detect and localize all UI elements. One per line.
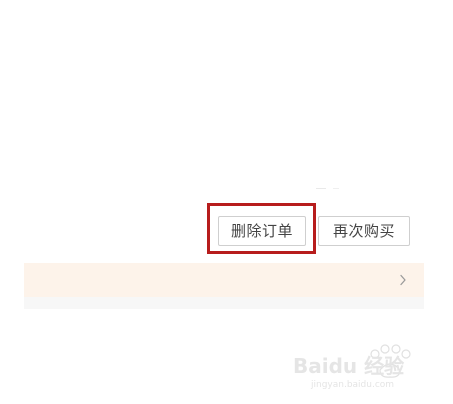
watermark-domain-text: jingyan.baidu.com (310, 380, 394, 390)
chevron-right-icon (396, 273, 410, 287)
divider-mark (316, 188, 326, 189)
notice-bar[interactable] (24, 263, 424, 297)
rebuy-button[interactable]: 再次购买 (318, 216, 410, 246)
delete-order-button[interactable]: 删除订单 (218, 216, 306, 246)
baidu-jingyan-watermark: Baidu 经验 jingyan.baidu.com (289, 340, 429, 390)
watermark-brand-text: Baidu 经验 (293, 354, 404, 378)
divider-mark (333, 188, 339, 189)
order-action-row: 删除订单 再次购买 (0, 203, 453, 255)
section-divider (24, 297, 424, 309)
order-detail-page: 删除订单 再次购买 Baidu 经验 jingyan.baidu.com (0, 0, 453, 404)
